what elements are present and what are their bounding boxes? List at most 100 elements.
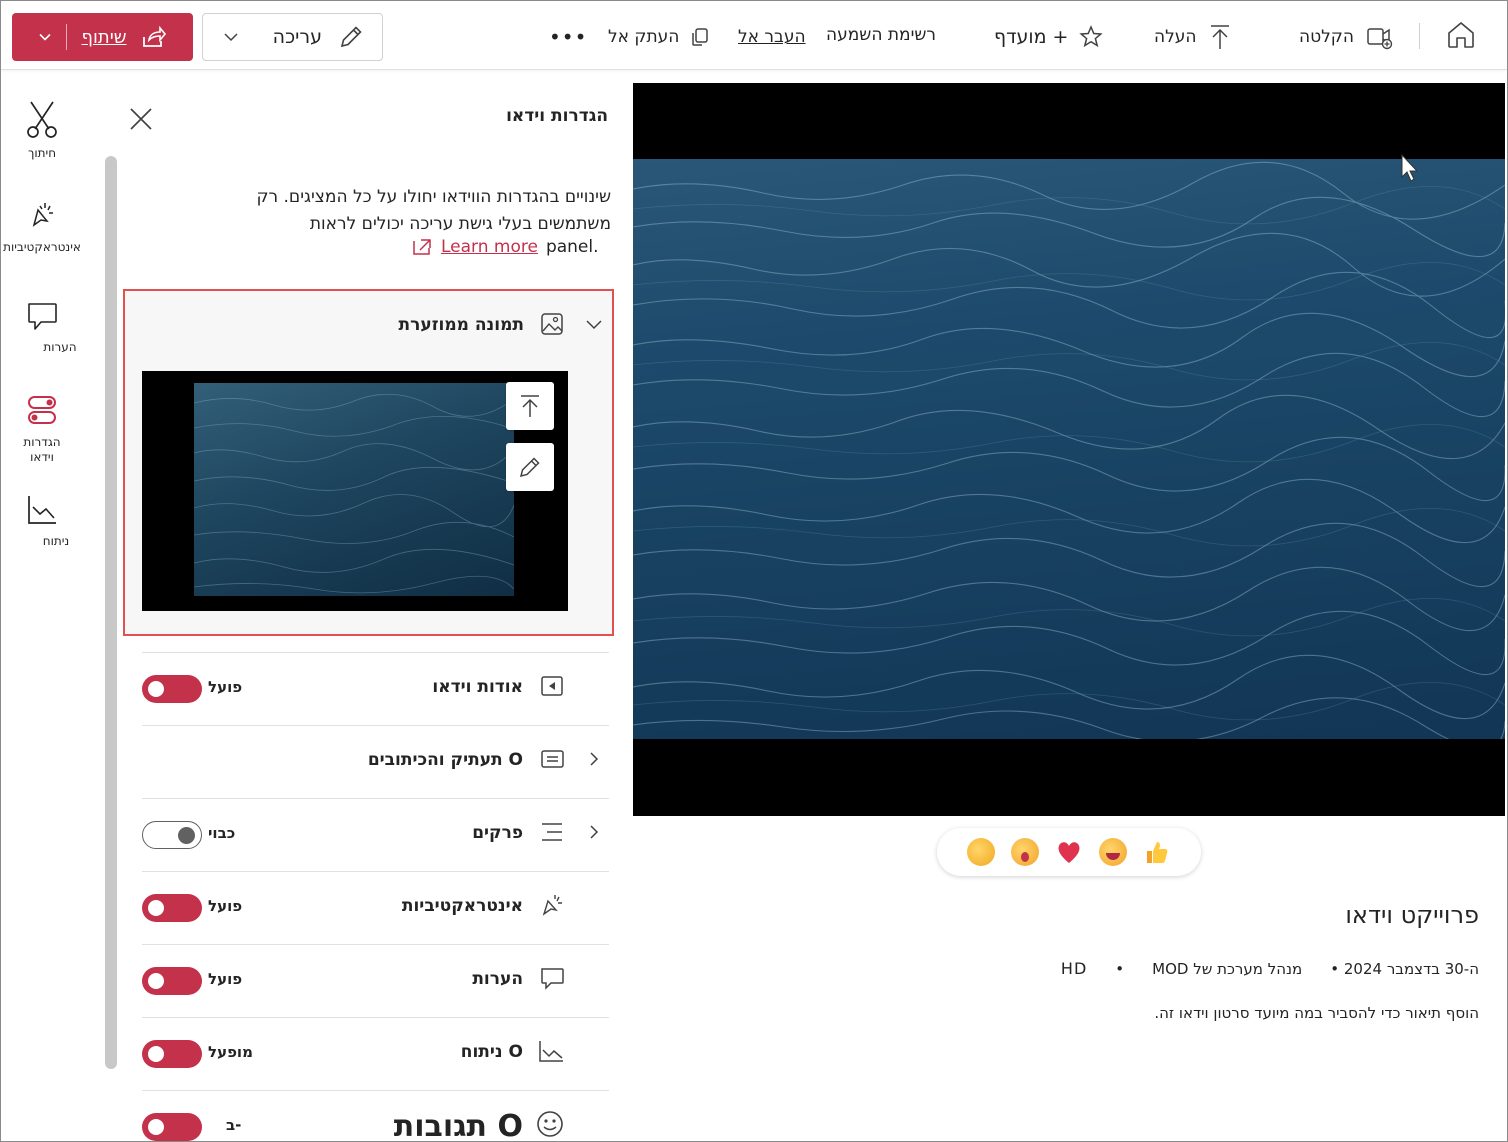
chevron-down-icon[interactable] bbox=[585, 317, 603, 331]
copy-to-label: העתק אל bbox=[608, 27, 680, 47]
close-panel-button[interactable] bbox=[127, 105, 155, 137]
setting-row-captions[interactable]: תעתיק והכיתובים O bbox=[142, 725, 609, 797]
learn-more-link[interactable]: Learn more bbox=[441, 237, 538, 257]
setting-row-comments[interactable]: פועל הערות bbox=[142, 944, 609, 1016]
video-owner[interactable]: מנהל מערכת של MOD bbox=[1152, 960, 1302, 978]
hd-badge: HD bbox=[1060, 959, 1088, 978]
setting-label: תגובות O bbox=[393, 1109, 523, 1142]
setting-state: פועל bbox=[208, 897, 243, 915]
setting-label: פרקים bbox=[472, 823, 523, 843]
home-button[interactable] bbox=[1445, 19, 1477, 51]
clap-emoji[interactable] bbox=[967, 838, 995, 866]
chapters-icon bbox=[542, 823, 562, 841]
favorite-button[interactable]: מועדף + bbox=[994, 21, 1104, 53]
setting-row-reactions[interactable]: ב- תגובות O bbox=[142, 1090, 609, 1142]
rail-item-comments[interactable]: הערות bbox=[2, 299, 82, 355]
video-description: הוסף תיאור כדי להסביר במה מיועד סרטון וי… bbox=[1154, 1004, 1479, 1022]
setting-state: ב- bbox=[226, 1116, 242, 1134]
video-frame bbox=[633, 159, 1505, 739]
notice-link-row: Learn more panel. bbox=[411, 237, 599, 257]
upload-label: העלה bbox=[1154, 27, 1197, 47]
ocean-texture bbox=[194, 393, 514, 594]
favorite-label: מועדף + bbox=[994, 26, 1069, 48]
star-icon bbox=[1079, 25, 1104, 48]
video-player[interactable] bbox=[633, 83, 1505, 816]
video-title: פרוייקט וידאו bbox=[1345, 901, 1479, 929]
setting-row-about[interactable]: פועל אודות וידאו bbox=[142, 652, 609, 724]
chevron-right-icon[interactable] bbox=[587, 823, 601, 841]
setting-label: אינטראקטיביות bbox=[401, 896, 523, 916]
toggle-switch[interactable] bbox=[142, 894, 202, 922]
analytics-icon bbox=[539, 1041, 563, 1062]
rail-item-video-settings[interactable]: הגדרות וידאו bbox=[2, 394, 82, 465]
meta-bullet: • bbox=[1115, 959, 1125, 978]
toggle-switch[interactable] bbox=[142, 821, 202, 849]
setting-label: ניתוח O bbox=[460, 1042, 523, 1062]
toggle-switch[interactable] bbox=[142, 1040, 202, 1068]
split-divider bbox=[66, 24, 68, 50]
rail-item-analytics[interactable]: ניתוח bbox=[2, 493, 82, 549]
record-button[interactable]: הקלטה bbox=[1299, 21, 1394, 53]
setting-row-analytics[interactable]: מופעל ניתוח O bbox=[142, 1017, 609, 1089]
video-meta: ה-30 בדצמבר 2024 • מנהל מערכת של MOD • H… bbox=[1061, 959, 1479, 978]
rail-item-trim[interactable]: חיתוך bbox=[2, 99, 82, 161]
setting-label: תעתיק והכיתובים O bbox=[367, 750, 523, 770]
mouth bbox=[1106, 853, 1120, 860]
home-icon bbox=[1448, 22, 1474, 48]
upload-icon bbox=[521, 395, 539, 417]
thumbnail-label: תמונה ממוזערת bbox=[398, 315, 524, 335]
panel-title: הגדרות וידאו bbox=[506, 106, 608, 126]
command-bar: שיתוף עריכה ••• העתק אל העבר אל רשימת הש… bbox=[1, 1, 1507, 70]
setting-state: כבוי bbox=[208, 824, 236, 842]
reactions-bar bbox=[937, 828, 1201, 876]
rail-label: הערות bbox=[43, 340, 77, 354]
captions-icon bbox=[541, 750, 564, 768]
comments-icon bbox=[541, 968, 564, 990]
chevron-down-icon[interactable] bbox=[223, 29, 239, 45]
thumbnail-header[interactable]: תמונה ממוזערת bbox=[125, 309, 612, 339]
record-label: הקלטה bbox=[1299, 27, 1354, 47]
upload-icon bbox=[1210, 25, 1229, 49]
rail-label: אינטראקטיביות bbox=[3, 240, 81, 254]
thumbnail-image bbox=[194, 383, 514, 596]
scissors-icon bbox=[27, 101, 57, 138]
more-options-button[interactable]: ••• bbox=[549, 21, 587, 53]
laugh-emoji[interactable] bbox=[1099, 838, 1127, 866]
rail-item-interactivity[interactable]: אינטראקטיביות bbox=[2, 199, 82, 255]
rail-label: הגדרות וידאו bbox=[23, 435, 61, 464]
chevron-down-icon[interactable] bbox=[38, 30, 52, 44]
upload-button[interactable]: העלה bbox=[1154, 21, 1233, 53]
setting-state: פועל bbox=[208, 970, 243, 988]
thumbnail-preview bbox=[142, 371, 568, 611]
video-date: ה-30 בדצמבר 2024 • bbox=[1330, 959, 1479, 978]
edit-thumbnail-button[interactable] bbox=[506, 443, 554, 491]
interactivity-icon bbox=[542, 895, 562, 916]
move-to-button[interactable]: העבר אל bbox=[738, 21, 806, 53]
thumbs-up-icon bbox=[1147, 842, 1168, 863]
setting-state: פועל bbox=[208, 678, 243, 696]
edit-label: עריכה bbox=[272, 26, 322, 48]
setting-row-interactivity[interactable]: פועל אינטראקטיביות bbox=[142, 871, 609, 943]
toggle-switch[interactable] bbox=[142, 675, 202, 703]
toggle-switch[interactable] bbox=[142, 1113, 202, 1141]
toggle-switch[interactable] bbox=[142, 967, 202, 995]
settings-toggle-icon bbox=[28, 396, 56, 424]
open-external-icon bbox=[413, 239, 431, 255]
surprised-emoji[interactable] bbox=[1011, 838, 1039, 866]
chevron-right-icon[interactable] bbox=[587, 750, 601, 768]
setting-label: אודות וידאו bbox=[432, 677, 523, 697]
setting-row-chapters[interactable]: כבוי פרקים bbox=[142, 798, 609, 870]
upload-thumbnail-button[interactable] bbox=[506, 382, 554, 430]
pencil-icon bbox=[340, 26, 362, 48]
thumbs-up-emoji[interactable] bbox=[1143, 838, 1171, 866]
record-icon bbox=[1367, 28, 1393, 50]
heart-emoji[interactable] bbox=[1055, 838, 1083, 866]
edit-button[interactable]: עריכה bbox=[202, 13, 383, 61]
share-button[interactable]: שיתוף bbox=[12, 13, 193, 61]
panel-scrollbar[interactable] bbox=[105, 156, 117, 1069]
image-icon bbox=[541, 313, 563, 335]
playlist-button[interactable]: רשימת השמעה bbox=[826, 19, 936, 51]
mouth bbox=[1021, 852, 1029, 862]
copy-to-button[interactable]: העתק אל bbox=[608, 21, 711, 53]
analytics-icon bbox=[28, 496, 56, 524]
